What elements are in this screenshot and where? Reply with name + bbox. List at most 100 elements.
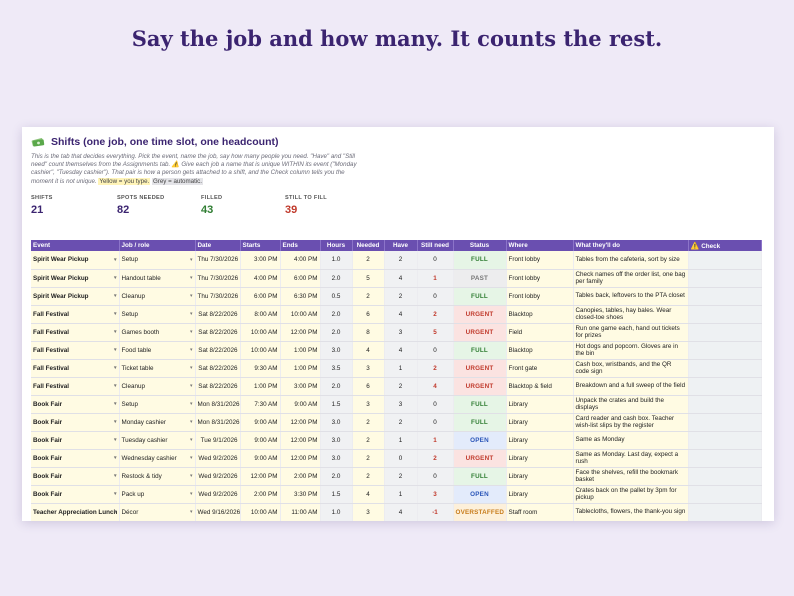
cell-check[interactable] (688, 377, 762, 396)
column-header-ends[interactable]: Ends (280, 240, 321, 251)
cell-needed[interactable]: 2 (352, 449, 385, 468)
cell-where[interactable]: Blacktop (506, 341, 574, 360)
cell-event[interactable]: Book Fair ▾ (31, 467, 120, 486)
cell-date[interactable]: Sat 8/22/2026 (195, 323, 241, 342)
cell-todo[interactable]: Breakdown and a full sweep of the field (573, 377, 689, 396)
cell-ends[interactable]: 12:00 PM (280, 323, 321, 342)
dropdown-arrow-icon[interactable]: ▾ (114, 455, 117, 461)
cell-still[interactable]: 1 (417, 269, 454, 288)
cell-todo[interactable]: Tables back, leftovers to the PTA closet (573, 287, 689, 306)
cell-have[interactable]: 2 (384, 413, 418, 432)
cell-hours[interactable]: 1.0 (320, 251, 353, 270)
cell-status[interactable]: FULL (453, 341, 507, 360)
cell-starts[interactable]: 8:00 AM (240, 305, 281, 324)
cell-status[interactable]: URGENT (453, 377, 507, 396)
dropdown-arrow-icon[interactable]: ▾ (114, 383, 117, 389)
cell-where[interactable]: Library (506, 485, 574, 504)
dropdown-arrow-icon[interactable]: ▾ (190, 347, 193, 353)
cell-where[interactable]: Front lobby (506, 269, 574, 288)
cell-needed[interactable]: 3 (352, 503, 385, 521)
cell-todo[interactable]: Tablecloths, flowers, the thank-you sign (573, 503, 689, 521)
cell-status[interactable]: FULL (453, 287, 507, 306)
cell-job[interactable]: Ticket table ▾ (119, 359, 196, 378)
cell-todo[interactable]: Same as Monday (573, 431, 689, 450)
table-row[interactable]: Book Fair ▾ Tuesday cashier ▾ Tue 9/1/2026 9:… (31, 431, 762, 450)
cell-check[interactable] (688, 503, 762, 521)
cell-starts[interactable]: 9:00 AM (240, 431, 281, 450)
cell-status[interactable]: OPEN (453, 485, 507, 504)
cell-still[interactable]: 2 (417, 359, 454, 378)
cell-hours[interactable]: 1.5 (320, 485, 353, 504)
cell-check[interactable] (688, 341, 762, 360)
cell-event[interactable]: Fall Festival ▾ (31, 377, 120, 396)
column-header-where[interactable]: Where (506, 240, 574, 251)
cell-check[interactable] (688, 251, 762, 270)
cell-ends[interactable]: 11:00 AM (280, 503, 321, 521)
table-row[interactable]: Spirit Wear Pickup ▾ Cleanup ▾ Thu 7/30/2026… (31, 287, 762, 306)
dropdown-arrow-icon[interactable]: ▾ (114, 329, 117, 335)
cell-ends[interactable]: 6:00 PM (280, 269, 321, 288)
cell-starts[interactable]: 12:00 PM (240, 467, 281, 486)
dropdown-arrow-icon[interactable]: ▾ (190, 419, 193, 425)
cell-still[interactable]: 3 (417, 485, 454, 504)
cell-date[interactable]: Wed 9/2/2026 (195, 485, 241, 504)
cell-starts[interactable]: 6:00 PM (240, 287, 281, 306)
cell-date[interactable]: Mon 8/31/2026 (195, 395, 241, 414)
cell-check[interactable] (688, 323, 762, 342)
cell-check[interactable] (688, 395, 762, 414)
cell-job[interactable]: Pack up ▾ (119, 485, 196, 504)
cell-needed[interactable]: 4 (352, 341, 385, 360)
dropdown-arrow-icon[interactable]: ▾ (114, 491, 117, 497)
cell-ends[interactable]: 12:00 PM (280, 431, 321, 450)
cell-check[interactable] (688, 359, 762, 378)
dropdown-arrow-icon[interactable]: ▾ (114, 257, 117, 263)
dropdown-arrow-icon[interactable]: ▾ (190, 491, 193, 497)
cell-ends[interactable]: 4:00 PM (280, 251, 321, 270)
table-row[interactable]: Fall Festival ▾ Ticket table ▾ Sat 8/22/2026… (31, 359, 762, 378)
cell-job[interactable]: Setup ▾ (119, 305, 196, 324)
table-row[interactable]: Book Fair ▾ Monday cashier ▾ Mon 8/31/2026 9:… (31, 413, 762, 432)
cell-needed[interactable]: 3 (352, 395, 385, 414)
cell-status[interactable]: OPEN (453, 431, 507, 450)
cell-todo[interactable]: Check names off the order list, one bag … (573, 269, 689, 288)
cell-have[interactable]: 1 (384, 485, 418, 504)
cell-job[interactable]: Games booth ▾ (119, 323, 196, 342)
cell-ends[interactable]: 1:00 PM (280, 341, 321, 360)
cell-status[interactable]: URGENT (453, 305, 507, 324)
cell-todo[interactable]: Unpack the crates and build the displays (573, 395, 689, 414)
cell-hours[interactable]: 2.0 (320, 269, 353, 288)
cell-needed[interactable]: 2 (352, 251, 385, 270)
cell-still[interactable]: 0 (417, 467, 454, 486)
cell-check[interactable] (688, 485, 762, 504)
cell-still[interactable]: 2 (417, 305, 454, 324)
cell-needed[interactable]: 8 (352, 323, 385, 342)
dropdown-arrow-icon[interactable]: ▾ (190, 509, 193, 515)
cell-todo[interactable]: Canopies, tables, hay bales. Wear closed… (573, 305, 689, 324)
cell-still[interactable]: 0 (417, 395, 454, 414)
cell-still[interactable]: 0 (417, 251, 454, 270)
cell-check[interactable] (688, 413, 762, 432)
cell-job[interactable]: Handout table ▾ (119, 269, 196, 288)
dropdown-arrow-icon[interactable]: ▾ (114, 275, 117, 281)
cell-event[interactable]: Fall Festival ▾ (31, 323, 120, 342)
cell-date[interactable]: Thu 7/30/2026 (195, 251, 241, 270)
cell-todo[interactable]: Crates back on the pallet by 3pm for pic… (573, 485, 689, 504)
table-row[interactable]: Book Fair ▾ Pack up ▾ Wed 9/2/2026 2:00 PM 3:3… (31, 485, 762, 504)
cell-needed[interactable]: 6 (352, 305, 385, 324)
dropdown-arrow-icon[interactable]: ▾ (190, 455, 193, 461)
cell-job[interactable]: Setup ▾ (119, 251, 196, 270)
table-row[interactable]: Fall Festival ▾ Games booth ▾ Sat 8/22/2026 1… (31, 323, 762, 342)
cell-where[interactable]: Library (506, 413, 574, 432)
cell-check[interactable] (688, 467, 762, 486)
cell-status[interactable]: URGENT (453, 323, 507, 342)
cell-needed[interactable]: 4 (352, 485, 385, 504)
cell-check[interactable] (688, 287, 762, 306)
cell-job[interactable]: Food table ▾ (119, 341, 196, 360)
column-header-hours[interactable]: Hours (320, 240, 353, 251)
table-row[interactable]: Book Fair ▾ Restock & tidy ▾ Wed 9/2/2026 12:… (31, 467, 762, 486)
cell-where[interactable]: Library (506, 449, 574, 468)
dropdown-arrow-icon[interactable]: ▾ (114, 347, 117, 353)
table-row[interactable]: Spirit Wear Pickup ▾ Setup ▾ Thu 7/30/2026 3:… (31, 251, 762, 270)
cell-date[interactable]: Thu 7/30/2026 (195, 287, 241, 306)
cell-have[interactable]: 3 (384, 395, 418, 414)
